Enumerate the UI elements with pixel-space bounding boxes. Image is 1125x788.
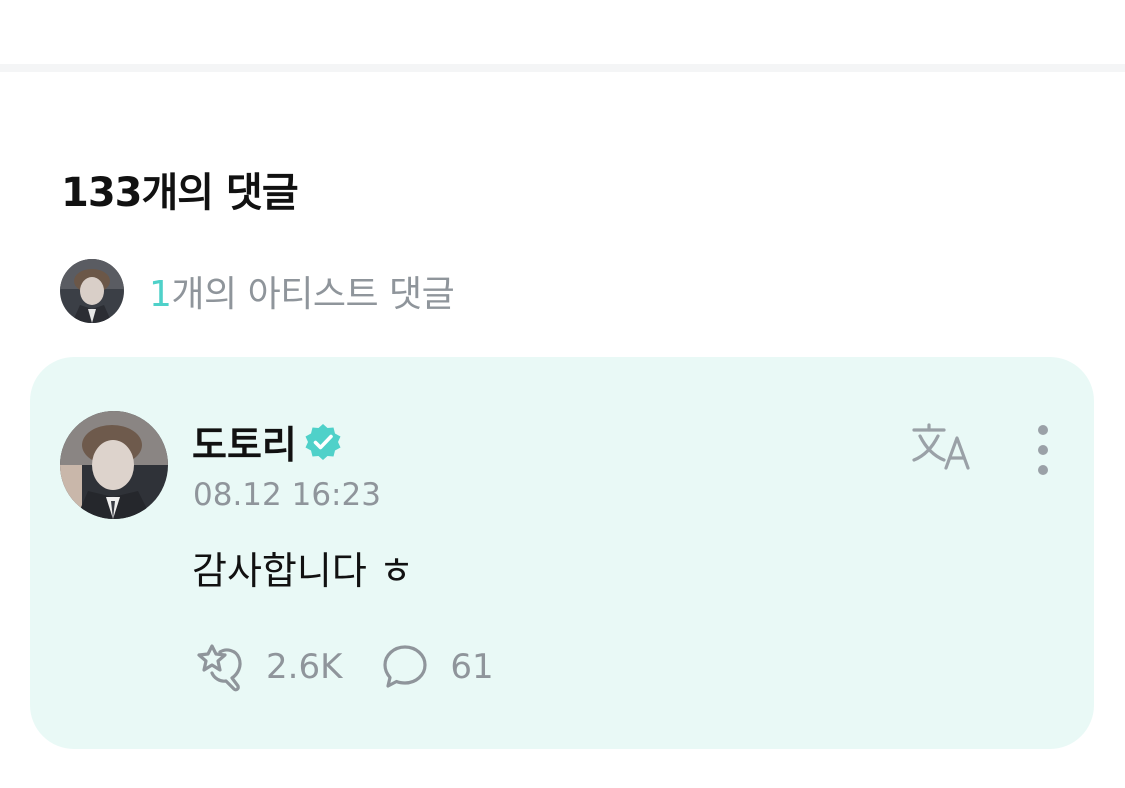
reply-count: 61 [450,647,494,687]
artist-comments-text: 개의 아티스트 댓글 [171,274,455,315]
comment-author-avatar[interactable] [60,411,168,519]
comment-count-title: 133개의 댓글 [61,170,299,216]
section-divider [0,64,1125,72]
translate-icon [912,423,970,470]
translate-button[interactable] [910,422,974,472]
comment-timestamp: 08.12 16:23 [193,477,381,513]
artist-comments-label: 1개의 아티스트 댓글 [149,265,455,317]
cheer-like-icon [197,644,242,692]
reply-bubble-icon [383,645,427,688]
artist-comments-count: 1 [149,274,172,315]
like-count: 2.6K [266,647,343,687]
comment-author-name[interactable]: 도토리 [192,414,297,469]
verified-badge-icon [303,422,343,462]
like-button[interactable]: 2.6K [192,640,342,694]
artist-avatar [60,259,124,323]
comment-author-row: 도토리 [192,414,343,469]
comment-actions: 2.6K 61 [192,640,494,694]
artist-comments-summary[interactable]: 1개의 아티스트 댓글 [60,259,455,323]
more-options-button[interactable] [1025,420,1061,480]
comment-body: 감사합니다 ㅎ [192,549,414,593]
artist-comment-card [30,357,1094,749]
reply-button[interactable]: 61 [380,642,494,692]
more-vertical-icon [1038,425,1048,475]
